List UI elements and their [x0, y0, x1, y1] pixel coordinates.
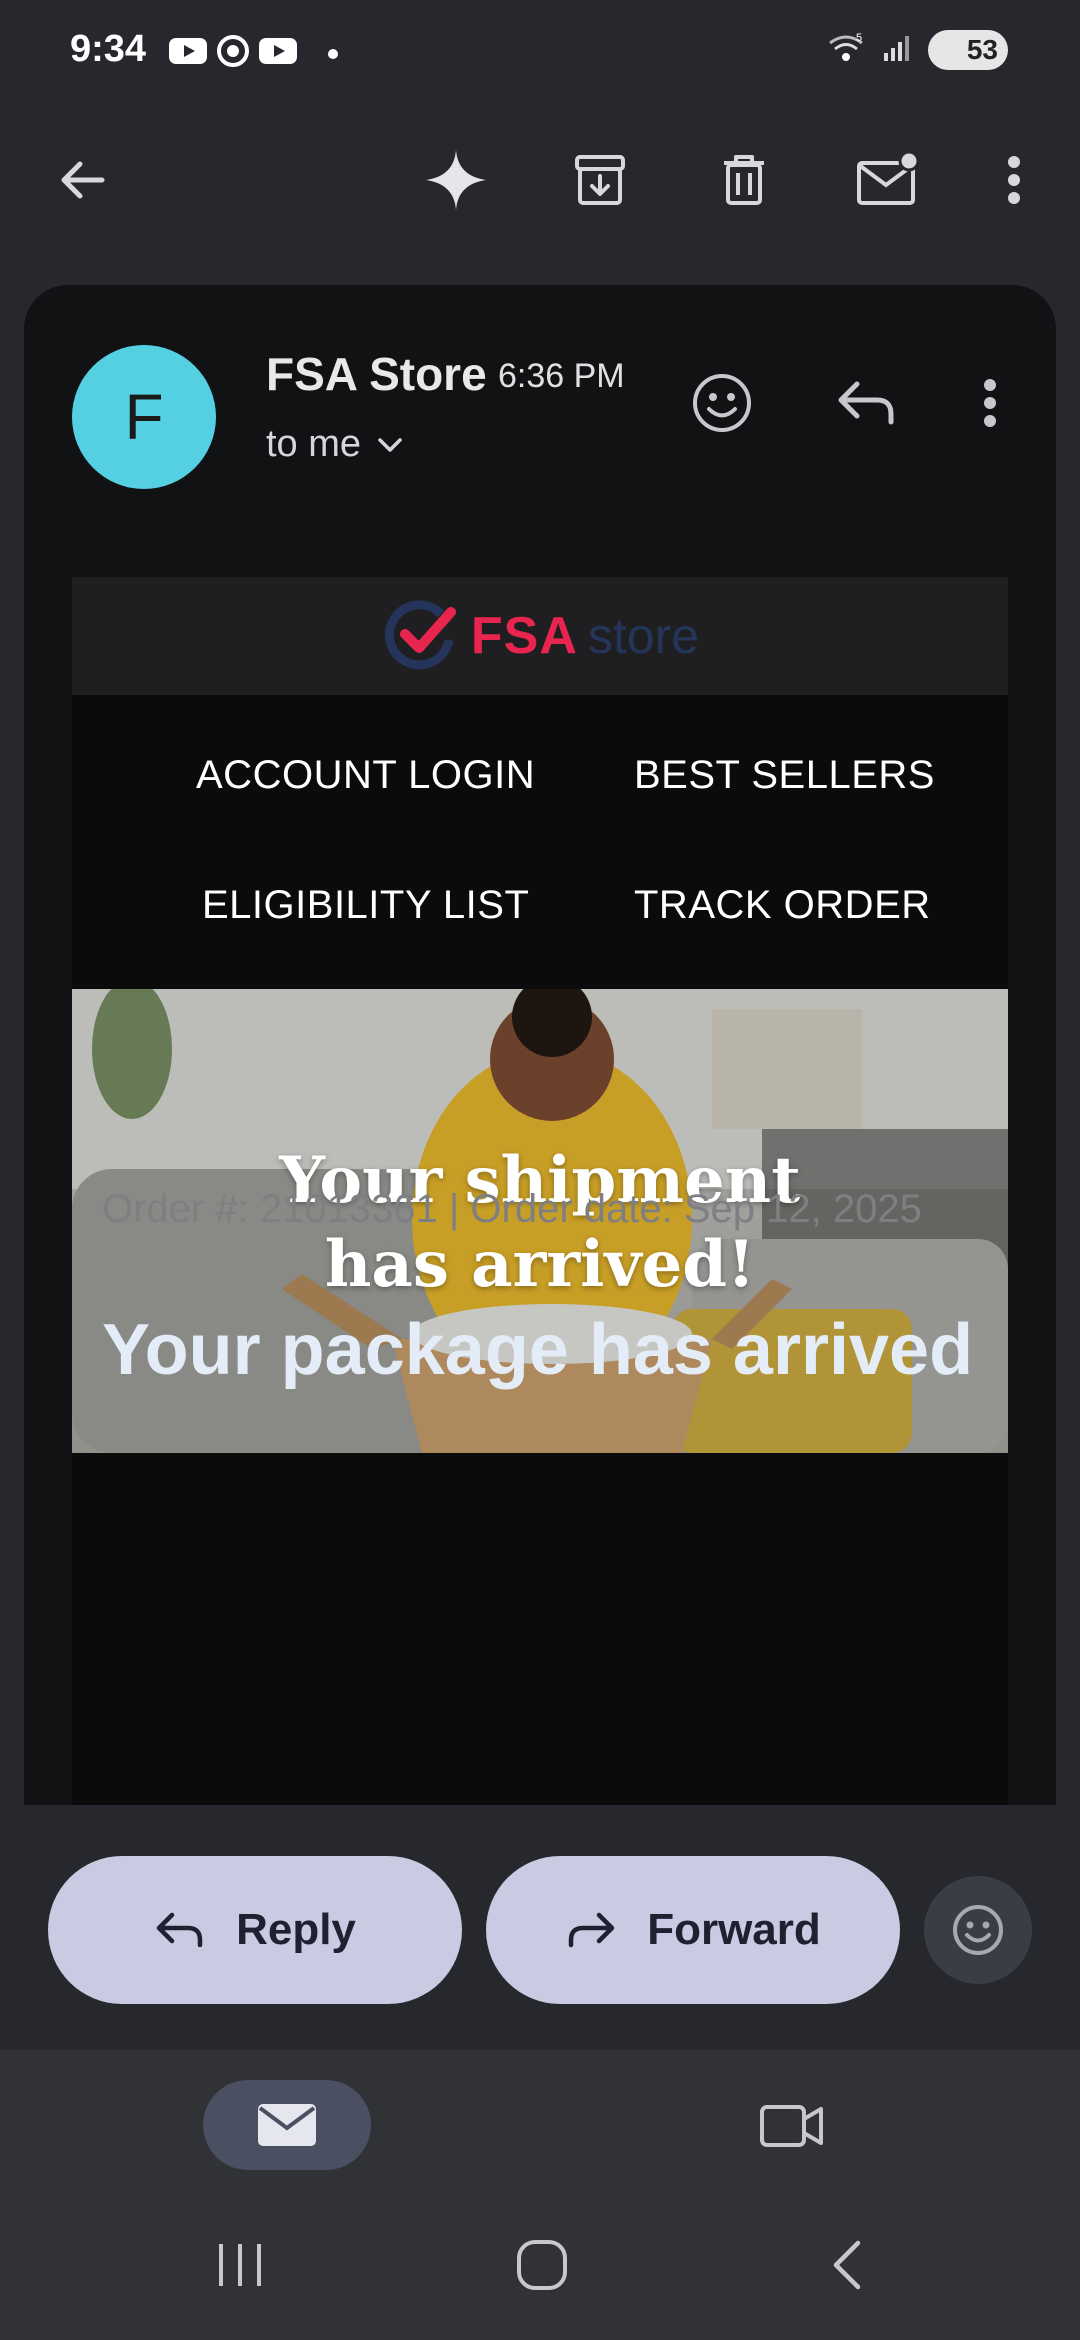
- sender-avatar[interactable]: F: [72, 345, 216, 489]
- delete-icon: [724, 155, 764, 205]
- action-bar: Reply Forward: [0, 1808, 1080, 2048]
- battery-indicator: 53: [928, 30, 1008, 70]
- email-card: F FSA Store 6:36 PM to me FSA store ACCO…: [24, 285, 1056, 1805]
- archive-icon: [575, 155, 625, 205]
- youtube-icon: [258, 36, 298, 71]
- reply-button[interactable]: Reply: [48, 1856, 462, 2004]
- forward-button[interactable]: Forward: [486, 1856, 900, 2004]
- delete-button[interactable]: [704, 140, 784, 220]
- email-body: FSA store ACCOUNT LOGIN BEST SELLERS ELI…: [72, 577, 1008, 1805]
- emoji-reaction-button[interactable]: [924, 1876, 1032, 1984]
- track-order-link[interactable]: TRACK ORDER: [634, 883, 931, 928]
- eligibility-list-link[interactable]: ELIGIBILITY LIST: [202, 883, 529, 928]
- more-vert-icon: [984, 379, 996, 427]
- fsa-store-logo[interactable]: FSA store: [72, 577, 1008, 695]
- record-icon: [216, 34, 250, 73]
- archive-button[interactable]: [560, 140, 640, 220]
- reply-header-button[interactable]: [830, 367, 902, 439]
- forward-label: Forward: [647, 1905, 821, 1954]
- svg-text:5: 5: [856, 32, 862, 44]
- chevron-left-icon: [833, 2240, 861, 2290]
- meet-tab[interactable]: [752, 2094, 832, 2158]
- reply-icon: [838, 381, 894, 425]
- signal-icon: [882, 33, 912, 68]
- more-notifications-dot: [328, 48, 338, 59]
- reply-icon: [156, 1912, 203, 1948]
- gemini-button[interactable]: [416, 140, 496, 220]
- chevron-down-icon: [378, 437, 402, 452]
- forward-icon: [568, 1912, 615, 1948]
- bottom-navigation: [0, 2050, 1080, 2340]
- back-button[interactable]: [42, 140, 122, 220]
- checkmark-logo-icon: [384, 600, 456, 670]
- mail-tab[interactable]: [203, 2080, 371, 2170]
- order-details: Order #: 21013361 | Order date: Sep 12, …: [102, 1187, 922, 1231]
- account-login-link[interactable]: ACCOUNT LOGIN: [196, 753, 535, 798]
- home-button[interactable]: [502, 2230, 582, 2300]
- mark-unread-button[interactable]: [848, 140, 928, 220]
- battery-level: 53: [966, 34, 998, 65]
- add-reaction-icon: [693, 374, 751, 432]
- add-reaction-button[interactable]: [686, 367, 758, 439]
- system-back-button[interactable]: [806, 2230, 886, 2300]
- more-vert-icon: [1008, 156, 1020, 204]
- back-arrow-icon: [61, 161, 105, 199]
- clock: 9:34: [70, 28, 147, 70]
- recent-apps-icon: [219, 2244, 261, 2286]
- wifi-icon: 5: [826, 31, 866, 70]
- hero-headline-line2: has arrived!: [324, 1227, 756, 1302]
- logo-text-primary: FSA: [470, 607, 578, 665]
- reply-label: Reply: [236, 1905, 356, 1954]
- mark-unread-icon: [857, 151, 920, 205]
- notification-icons: [168, 34, 338, 73]
- recent-apps-button[interactable]: [200, 2230, 280, 2300]
- gemini-sparkle-icon: [426, 150, 486, 210]
- logo-text-secondary: store: [587, 608, 700, 664]
- email-time: 6:36 PM: [498, 357, 625, 395]
- sender-name[interactable]: FSA Store: [266, 347, 487, 401]
- system-icons: 5 53: [826, 30, 1008, 70]
- package-title: Your package has arrived: [102, 1310, 974, 1390]
- mail-icon: [258, 2104, 316, 2146]
- recipient-label: to me: [266, 423, 362, 465]
- youtube-icon: [168, 36, 208, 71]
- message-more-button[interactable]: [954, 367, 1026, 439]
- recipient-details[interactable]: to me: [266, 423, 405, 466]
- video-camera-icon: [760, 2105, 823, 2147]
- email-toolbar: [0, 120, 1080, 240]
- more-options-button[interactable]: [974, 140, 1054, 220]
- home-icon: [517, 2240, 567, 2290]
- add-reaction-icon: [953, 1905, 1003, 1955]
- best-sellers-link[interactable]: BEST SELLERS: [634, 753, 935, 798]
- status-bar: 9:34 5 53: [0, 0, 1080, 100]
